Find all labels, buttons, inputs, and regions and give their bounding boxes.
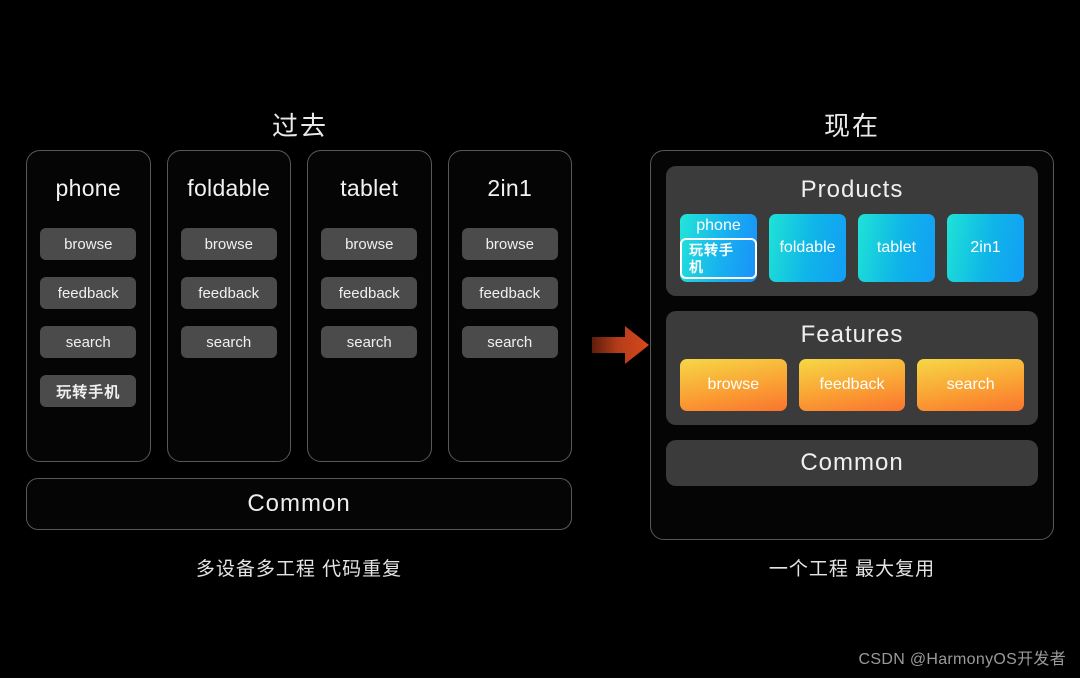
products-title: Products <box>800 176 904 203</box>
feature-card-feedback[interactable]: feedback <box>798 359 906 411</box>
past-caption: 多设备多工程 代码重复 <box>195 559 403 580</box>
product-card-label: 2in1 <box>970 239 1001 256</box>
feature-chip-search[interactable]: search <box>461 326 558 358</box>
device-column-2in1[interactable]: 2in1 browse feedback search <box>447 150 572 462</box>
feature-card-browse[interactable]: browse <box>680 359 787 411</box>
products-group: Products phone 玩转手机 foldable tablet 2in1 <box>666 166 1038 296</box>
device-column-foldable[interactable]: foldable browse feedback search <box>166 150 291 462</box>
feature-chip-browse[interactable]: browse <box>180 228 277 260</box>
past-common-box[interactable]: Common <box>26 478 572 530</box>
device-title: tablet <box>340 175 399 201</box>
feature-chip-feedback[interactable]: feedback <box>180 277 277 309</box>
feature-chip-feedback[interactable]: feedback <box>461 277 558 309</box>
feature-chip-feedback[interactable]: feedback <box>321 277 418 309</box>
device-column-phone[interactable]: phone browse feedback search 玩转手机 <box>26 150 151 462</box>
feature-chip-wanzhuanshouji[interactable]: 玩转手机 <box>40 375 137 407</box>
now-common-box[interactable]: Common <box>666 440 1038 486</box>
device-title: 2in1 <box>487 175 533 201</box>
feature-chip-feedback[interactable]: feedback <box>40 277 137 309</box>
product-card-tablet[interactable]: tablet <box>858 214 935 282</box>
feature-card-label: feedback <box>819 376 885 393</box>
feature-chip-search[interactable]: search <box>40 326 137 358</box>
products-card-row: phone 玩转手机 foldable tablet 2in1 <box>680 214 1024 282</box>
past-section-heading: 过去 <box>271 111 328 141</box>
product-card-label: tablet <box>876 239 917 256</box>
features-group: Features browse feedback search <box>666 311 1038 425</box>
device-title: foldable <box>187 175 271 201</box>
feature-chip-browse[interactable]: browse <box>461 228 558 260</box>
feature-card-label: browse <box>707 376 760 393</box>
feature-chip-browse[interactable]: browse <box>40 228 137 260</box>
product-card-foldable[interactable]: foldable <box>769 214 846 282</box>
device-column-tablet[interactable]: tablet browse feedback search <box>307 150 432 462</box>
now-panel: Products phone 玩转手机 foldable tablet 2in1… <box>650 150 1054 540</box>
past-panel: phone browse feedback search 玩转手机 foldab… <box>26 150 572 540</box>
device-title: phone <box>55 175 121 201</box>
device-column-list: phone browse feedback search 玩转手机 foldab… <box>26 150 572 462</box>
feature-card-label: search <box>946 376 995 393</box>
now-caption: 一个工程 最大复用 <box>768 559 936 580</box>
feature-chip-search[interactable]: search <box>321 326 418 358</box>
product-card-label: foldable <box>779 239 836 256</box>
product-card-badge: 玩转手机 <box>680 237 757 280</box>
feature-chip-search[interactable]: search <box>180 326 277 358</box>
product-card-phone[interactable]: phone 玩转手机 <box>680 214 757 282</box>
feature-card-search[interactable]: search <box>917 359 1025 411</box>
watermark: CSDN @HarmonyOS开发者 <box>858 651 1066 668</box>
product-card-2in1[interactable]: 2in1 <box>947 214 1024 282</box>
feature-chip-browse[interactable]: browse <box>321 228 418 260</box>
features-card-row: browse feedback search <box>680 359 1025 411</box>
product-card-label: phone <box>696 216 741 234</box>
now-section-heading: 现在 <box>823 111 880 141</box>
arrow-right-icon <box>592 324 650 366</box>
features-title: Features <box>800 321 904 348</box>
